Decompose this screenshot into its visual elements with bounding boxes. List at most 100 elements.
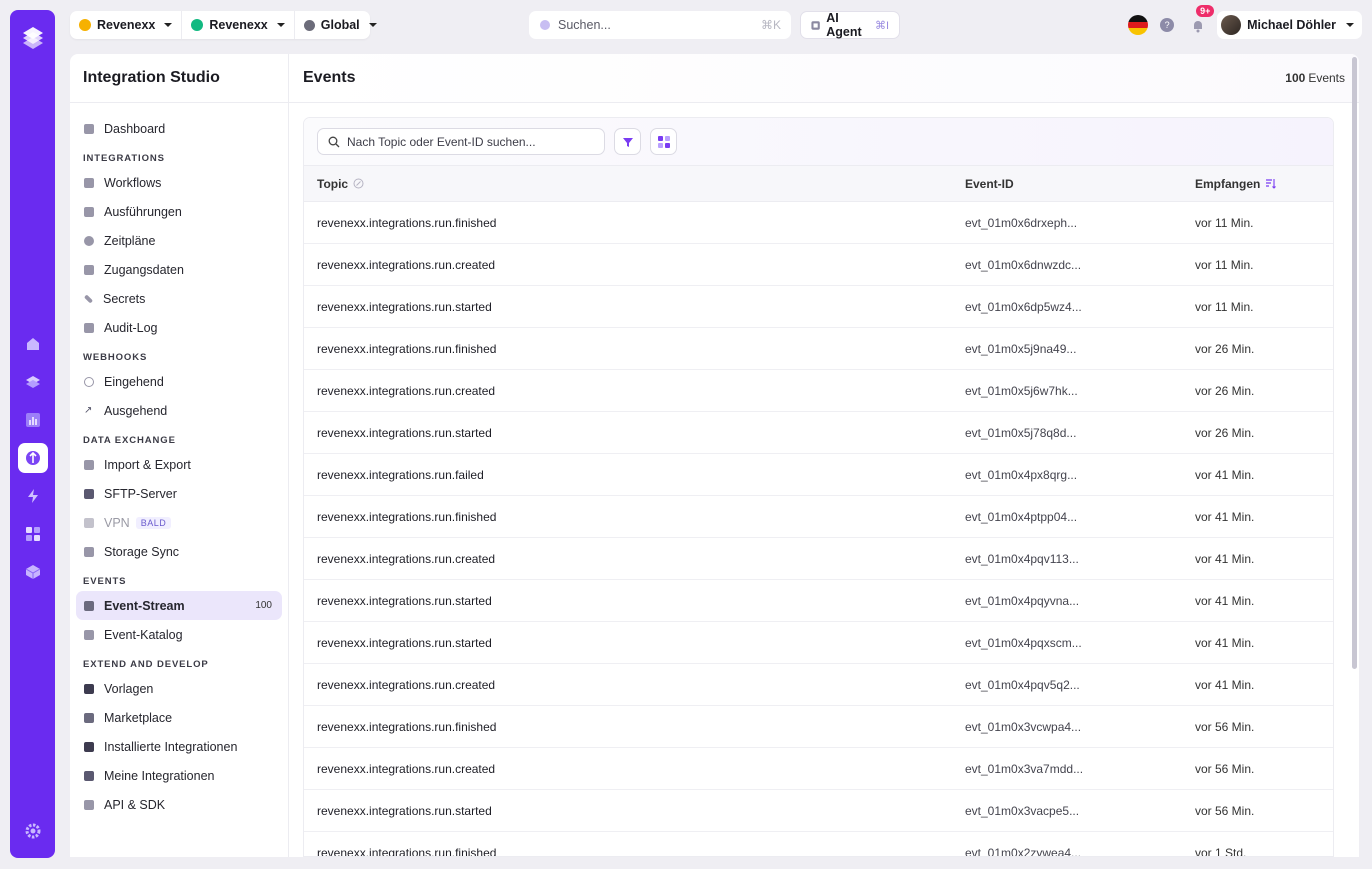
sidebar-item-incoming[interactable]: Eingehend — [76, 367, 282, 396]
table-row[interactable]: revenexx.integrations.run.created evt_01m… — [304, 244, 1333, 286]
event-topic: revenexx.integrations.run.created — [317, 761, 496, 776]
help-icon[interactable]: ? — [1160, 18, 1175, 32]
column-header-event-id[interactable]: Event-ID — [965, 177, 1195, 191]
table-row[interactable]: revenexx.integrations.run.created evt_01m… — [304, 370, 1333, 412]
table-toolbar: Nach Topic oder Event-ID suchen... — [304, 118, 1333, 166]
sidebar-item-marketplace[interactable]: Marketplace — [76, 703, 282, 732]
section-integrations-label: INTEGRATIONS — [83, 153, 165, 164]
section-events-label: EVENTS — [83, 576, 127, 587]
table-row[interactable]: revenexx.integrations.run.finished evt_01… — [304, 706, 1333, 748]
sidebar-item-secrets[interactable]: Secrets — [76, 284, 282, 313]
rail-package-icon[interactable] — [18, 557, 48, 587]
table-row[interactable]: revenexx.integrations.run.started evt_01m… — [304, 580, 1333, 622]
app-rail — [10, 10, 55, 858]
event-topic: revenexx.integrations.run.failed — [317, 467, 484, 482]
ai-agent-button[interactable]: AI Agent ⌘I — [800, 11, 900, 39]
event-search-input[interactable]: Nach Topic oder Event-ID suchen... — [317, 128, 605, 155]
app-logo-icon[interactable] — [19, 24, 47, 52]
sidebar-item-credentials[interactable]: Zugangsdaten — [76, 255, 282, 284]
sort-desc-icon[interactable] — [1265, 178, 1277, 189]
notifications-bell-icon[interactable]: 9+ — [1191, 5, 1215, 33]
sidebar-item-sftp-server[interactable]: SFTP-Server — [76, 479, 282, 508]
tenant-selector-group: Revenexx Revenexx Global — [70, 11, 377, 39]
event-topic: revenexx.integrations.run.created — [317, 257, 496, 272]
section-data-exchange-label: DATA EXCHANGE — [83, 435, 176, 446]
table-row[interactable]: revenexx.integrations.run.created evt_01m… — [304, 538, 1333, 580]
sidebar-item-audit-log[interactable]: Audit-Log — [76, 313, 282, 342]
rail-automation-icon[interactable] — [18, 481, 48, 511]
catalog-icon — [84, 629, 94, 640]
page-title: Events — [303, 69, 356, 86]
sidebar-item-event-stream[interactable]: Event-Stream 100 — [76, 591, 282, 620]
sidebar-item-workflows[interactable]: Workflows — [76, 168, 282, 197]
event-topic: revenexx.integrations.run.created — [317, 551, 496, 566]
table-row[interactable]: revenexx.integrations.run.started evt_01m… — [304, 286, 1333, 328]
filter-button[interactable] — [614, 128, 641, 155]
org-logo-icon — [79, 19, 91, 31]
events-total-count: 100 — [1285, 71, 1306, 85]
table-row[interactable]: revenexx.integrations.run.created evt_01m… — [304, 748, 1333, 790]
sidebar-item-storage-sync[interactable]: Storage Sync — [76, 537, 282, 566]
org-selector[interactable]: Revenexx — [70, 11, 183, 39]
sidebar-item-vpn[interactable]: VPN BALD — [76, 508, 282, 537]
language-flag-de-icon[interactable] — [1128, 15, 1149, 35]
event-topic: revenexx.integrations.run.started — [317, 299, 492, 314]
table-row[interactable]: revenexx.integrations.run.finished evt_01… — [304, 832, 1333, 857]
chevron-down-icon — [164, 23, 173, 27]
table-row[interactable]: revenexx.integrations.run.started evt_01m… — [304, 412, 1333, 454]
user-menu[interactable]: Michael Döhler — [1217, 11, 1362, 39]
event-received: vor 56 Min. — [1195, 719, 1255, 734]
event-topic: revenexx.integrations.run.created — [317, 677, 496, 692]
sidebar-item-api-sdk[interactable]: API & SDK — [76, 790, 282, 819]
search-icon — [328, 136, 340, 147]
workspace-selector[interactable]: Revenexx — [182, 11, 295, 39]
event-topic: revenexx.integrations.run.finished — [317, 509, 497, 524]
event-id: evt_01m0x4pqyvna... — [965, 593, 1080, 608]
sidebar-item-import-export[interactable]: Import & Export — [76, 450, 282, 479]
sidebar-item-dashboard[interactable]: Dashboard — [76, 114, 282, 143]
sidebar-item-installed-integrations[interactable]: Installierte Integrationen — [76, 732, 282, 761]
rail-layers-icon[interactable] — [18, 367, 48, 397]
sidebar-item-my-integrations[interactable]: Meine Integrationen — [76, 761, 282, 790]
table-row[interactable]: revenexx.integrations.run.created evt_01m… — [304, 664, 1333, 706]
storage-icon — [84, 546, 94, 557]
table-row[interactable]: revenexx.integrations.run.finished evt_01… — [304, 202, 1333, 244]
api-code-icon — [84, 799, 94, 810]
scrollbar[interactable] — [1352, 57, 1357, 669]
rail-apps-icon[interactable] — [18, 519, 48, 549]
event-id: evt_01m0x5j6w7hk... — [965, 383, 1078, 398]
rail-settings-gear-icon[interactable] — [18, 816, 48, 846]
table-row[interactable]: revenexx.integrations.run.started evt_01m… — [304, 790, 1333, 832]
event-id: evt_01m0x3vcwpa4... — [965, 719, 1082, 734]
sidebar-item-outgoing[interactable]: ↗ Ausgehend — [76, 396, 282, 425]
soon-badge: BALD — [135, 516, 172, 529]
region-selector[interactable]: Global — [295, 11, 386, 39]
event-received: vor 41 Min. — [1195, 635, 1255, 650]
sidebar-item-event-catalog[interactable]: Event-Katalog — [76, 620, 282, 649]
templates-layers-icon — [84, 683, 94, 694]
table-row[interactable]: revenexx.integrations.run.finished evt_01… — [304, 328, 1333, 370]
event-received: vor 26 Min. — [1195, 341, 1255, 356]
sidebar-item-templates[interactable]: Vorlagen — [76, 674, 282, 703]
table-body: revenexx.integrations.run.finished evt_01… — [304, 202, 1333, 857]
workflow-icon — [84, 177, 94, 188]
global-search-input[interactable]: Suchen... ⌘K — [529, 11, 791, 39]
sidebar-item-runs[interactable]: Ausführungen — [76, 197, 282, 226]
rail-home-icon[interactable] — [18, 329, 48, 359]
column-header-received[interactable]: Empfangen — [1195, 177, 1333, 191]
org-name: Revenexx — [97, 18, 156, 32]
rail-analytics-icon[interactable] — [18, 405, 48, 435]
event-stream-icon — [84, 600, 94, 611]
table-row[interactable]: revenexx.integrations.run.failed evt_01m0… — [304, 454, 1333, 496]
table-row[interactable]: revenexx.integrations.run.started evt_01m… — [304, 622, 1333, 664]
event-topic: revenexx.integrations.run.started — [317, 593, 492, 608]
sidebar-item-schedules[interactable]: Zeitpläne — [76, 226, 282, 255]
event-topic: revenexx.integrations.run.created — [317, 383, 496, 398]
column-header-topic[interactable]: Topic — [304, 177, 965, 191]
clock-icon — [84, 235, 94, 246]
rail-integrations-icon[interactable] — [17, 443, 48, 473]
table-row[interactable]: revenexx.integrations.run.finished evt_01… — [304, 496, 1333, 538]
installed-layers-icon — [84, 741, 94, 752]
view-options-button[interactable] — [650, 128, 677, 155]
event-topic: revenexx.integrations.run.started — [317, 425, 492, 440]
